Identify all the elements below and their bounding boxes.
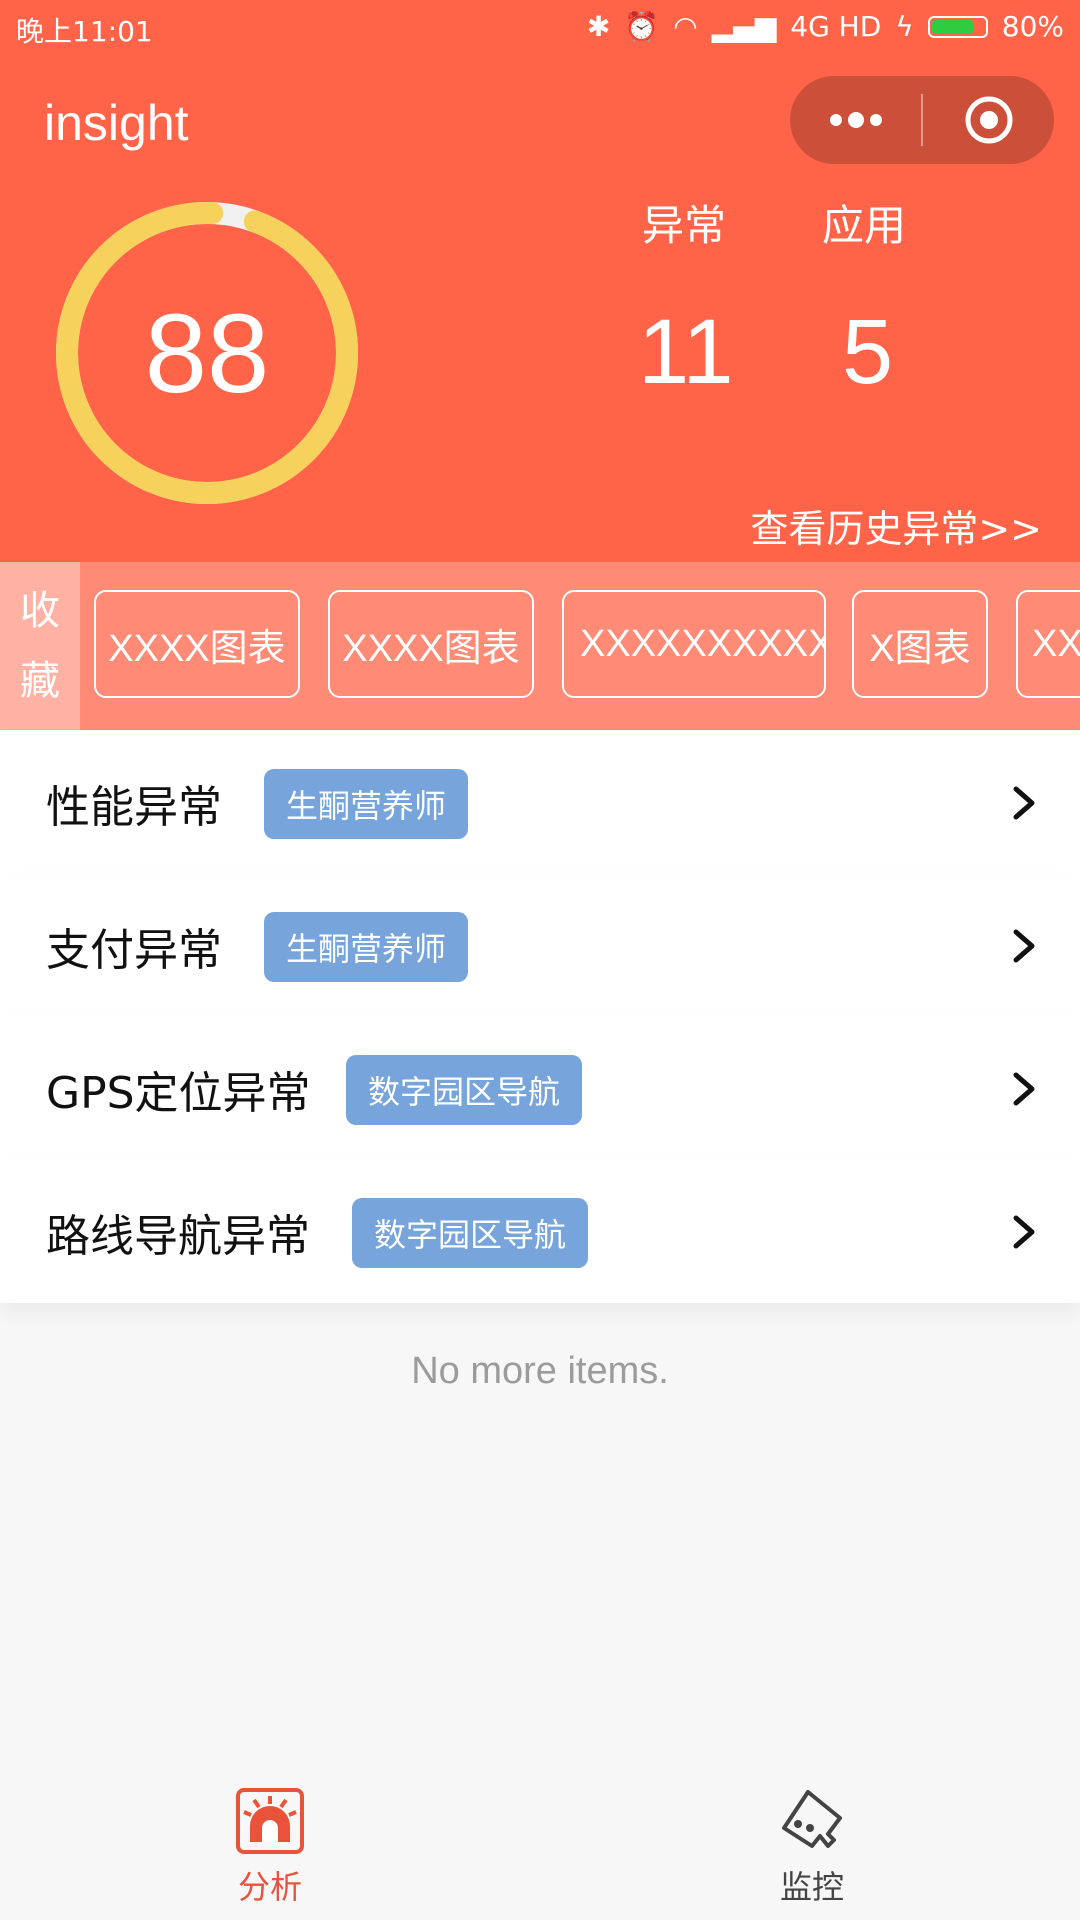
history-anomalies-link[interactable]: 查看历史异常>> [750,498,1042,553]
favorite-chip[interactable]: XXXX图表 [328,590,534,698]
favorites-label-bottom: 藏 [20,658,60,704]
monitor-tag-icon [782,1790,842,1848]
favorite-chip[interactable]: XX [1016,590,1080,698]
more-dots-icon [829,112,882,128]
anomaly-list-item[interactable]: 支付异常 生酮营养师 [0,874,1080,1017]
battery-fill [931,19,974,34]
anomaly-title: 路线导航异常 [46,1210,310,1262]
app-tag: 数字园区导航 [346,1055,583,1125]
alarm-siren-icon [236,1788,304,1854]
tab-bar: 分析 监控 [0,1774,1080,1920]
favorite-chip[interactable]: XXXX图表 [94,590,300,698]
anomaly-list-item[interactable]: GPS定位异常 数字园区导航 [0,1017,1080,1160]
more-button[interactable] [790,76,921,164]
favorite-chip[interactable]: XXXXXXXXXX [562,590,826,698]
wifi-icon: ◠ [673,10,698,43]
header-panel: 晚上11:01 ✱ ⏰ ◠ ▂▄▆ 4G HD ϟ 80% insight 88… [0,0,1080,562]
anomaly-title: 支付异常 [46,924,222,976]
anomaly-list-item[interactable]: 路线导航异常 数字园区导航 [0,1160,1080,1303]
tab-label: 监控 [779,1868,844,1906]
app-count-value: 5 [842,301,894,403]
anomaly-list-item[interactable]: 性能异常 生酮营养师 [0,731,1080,874]
close-program-button[interactable] [923,76,1054,164]
signal-icon: ▂▄▆ [711,10,777,43]
status-time: 晚上11:01 [16,15,153,48]
chevron-right-icon [1013,786,1035,820]
app-tag: 生酮营养师 [264,912,469,982]
app-count-label: 应用 [822,201,907,250]
app-tag: 数字园区导航 [352,1198,589,1268]
chevron-right-icon [1013,929,1035,963]
app-tag: 生酮营养师 [264,769,469,839]
tab-label: 分析 [237,1868,302,1906]
tab-analysis[interactable]: 分析 [170,1784,370,1908]
favorites-label: 收 藏 [0,562,80,730]
anomaly-title: 性能异常 [46,781,222,833]
anomaly-count-value: 11 [638,301,734,403]
tab-monitor[interactable]: 监控 [712,1784,912,1908]
anomaly-count-label: 异常 [642,201,727,250]
mini-program-capsule [790,76,1054,164]
no-more-items: No more items. [411,1350,669,1392]
bluetooth-icon: ✱ [586,10,611,43]
favorite-chip[interactable]: X图表 [852,590,988,698]
network-type: 4G HD [790,10,882,43]
favorites-label-top: 收 [20,588,60,634]
health-score: 88 [144,290,270,416]
status-icons: ✱ ⏰ ◠ ▂▄▆ 4G HD ϟ 80% [587,10,1064,43]
target-circle-icon [965,96,1012,144]
battery-icon [927,15,988,38]
chevron-right-icon [1013,1072,1035,1106]
battery-percent: 80% [1001,10,1064,43]
charging-icon: ϟ [895,10,914,43]
favorites-bar[interactable]: 收 藏 XXXX图表 XXXX图表 XXXXXXXXXX X图表 XX [0,562,1080,730]
alarm-clock-icon: ⏰ [624,10,660,43]
anomaly-title: GPS定位异常 [46,1067,311,1119]
app-title: insight [44,95,189,151]
status-bar: 晚上11:01 ✱ ⏰ ◠ ▂▄▆ 4G HD ϟ 80% [0,0,1080,58]
chevron-right-icon [1013,1215,1035,1249]
